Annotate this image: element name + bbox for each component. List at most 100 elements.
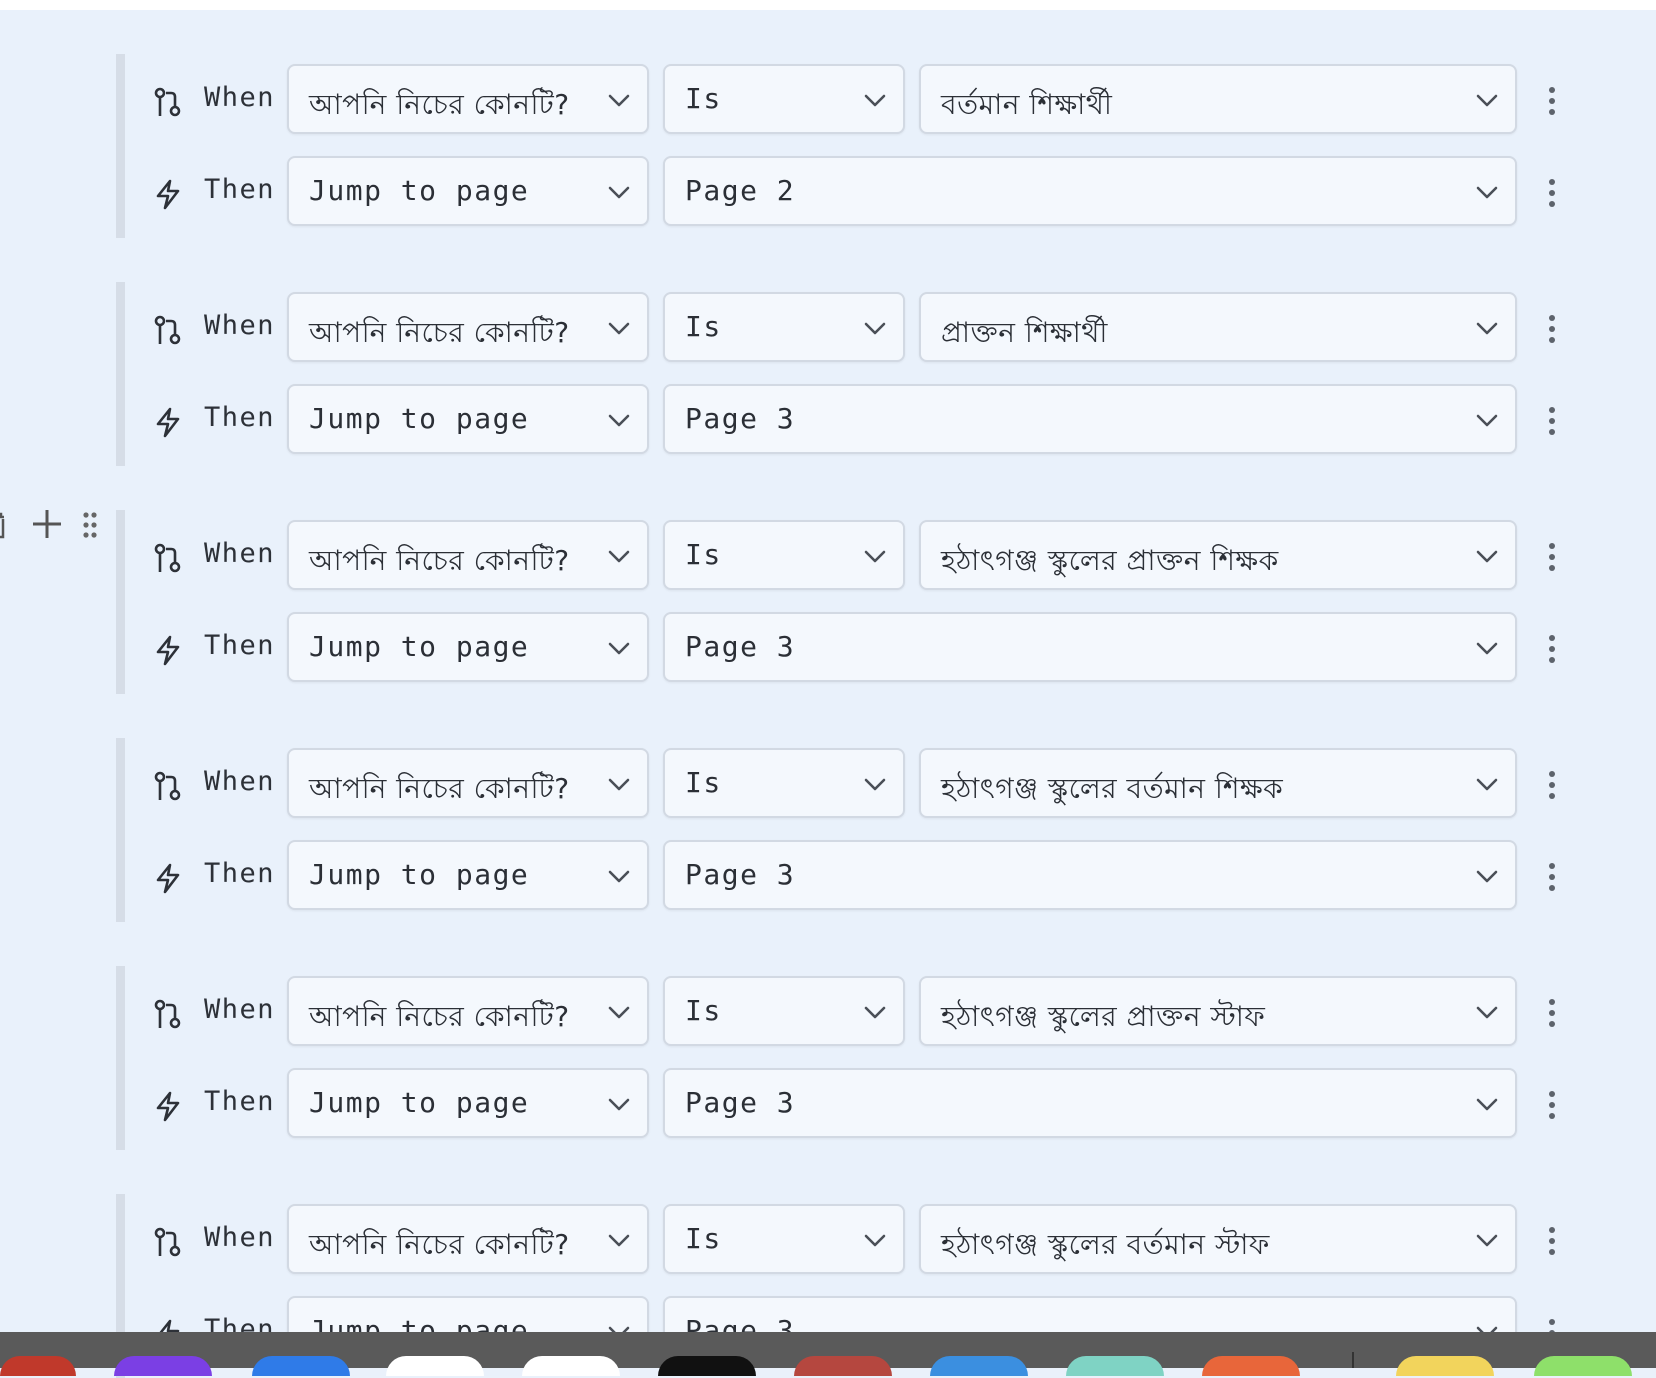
dock-app-icon[interactable] (930, 1356, 1028, 1376)
more-vertical-icon[interactable] (1542, 862, 1562, 892)
action-select-value: Jump to page (309, 174, 530, 207)
target-page-select[interactable]: Page 3 (663, 1068, 1517, 1138)
action-select-value: Jump to page (309, 1086, 530, 1119)
then-label: Then (204, 858, 276, 889)
answer-select[interactable]: হঠাৎগঞ্জ স্কুলের প্রাক্তন স্টাফ (919, 976, 1517, 1046)
answer-select[interactable]: বর্তমান শিক্ষার্থী (919, 64, 1517, 134)
answer-select[interactable]: হঠাৎগঞ্জ স্কুলের বর্তমান শিক্ষক (919, 748, 1517, 818)
dock-app-icon[interactable] (1534, 1356, 1632, 1376)
action-select[interactable]: Jump to page (287, 612, 649, 682)
operator-select-value: Is (685, 538, 722, 571)
target-page-select[interactable]: Page 3 (663, 840, 1517, 910)
question-select[interactable]: আপনি নিচের কোনটি? (287, 1204, 649, 1274)
dock-app-icon[interactable] (522, 1356, 620, 1376)
question-select[interactable]: আপনি নিচের কোনটি? (287, 976, 649, 1046)
target-page-select[interactable]: Page 2 (663, 156, 1517, 226)
chevron-down-icon (607, 411, 631, 429)
question-select-value: আপনি নিচের কোনটি? (309, 88, 570, 121)
operator-select[interactable]: Is (663, 1204, 905, 1274)
chevron-down-icon (863, 91, 887, 109)
more-vertical-icon[interactable] (1542, 86, 1562, 116)
answer-select[interactable]: হঠাৎগঞ্জ স্কুলের বর্তমান স্টাফ (919, 1204, 1517, 1274)
more-vertical-icon[interactable] (1542, 178, 1562, 208)
operator-select[interactable]: Is (663, 748, 905, 818)
question-select[interactable]: আপনি নিচের কোনটি? (287, 520, 649, 590)
then-row: Then Jump to page Page 3 (116, 612, 1616, 686)
branch-icon (152, 770, 184, 802)
chevron-down-icon (607, 867, 631, 885)
more-vertical-icon[interactable] (1542, 770, 1562, 800)
action-select-value: Jump to page (309, 630, 530, 663)
more-vertical-icon[interactable] (1542, 634, 1562, 664)
chevron-down-icon (607, 1095, 631, 1113)
more-vertical-icon[interactable] (1542, 1090, 1562, 1120)
answer-select[interactable]: হঠাৎগঞ্জ স্কুলের প্রাক্তন শিক্ষক (919, 520, 1517, 590)
question-select-value: আপনি নিচের কোনটি? (309, 316, 570, 349)
logic-rule: When আপনি নিচের কোনটি? Is প্রাক্তন শিক্ষ… (116, 282, 1616, 466)
branch-icon (152, 998, 184, 1030)
when-label: When (204, 1222, 276, 1253)
more-vertical-icon[interactable] (1542, 542, 1562, 572)
chevron-down-icon (1475, 775, 1499, 793)
question-select[interactable]: আপনি নিচের কোনটি? (287, 748, 649, 818)
more-vertical-icon[interactable] (1542, 998, 1562, 1028)
dock-app-icon[interactable] (1202, 1356, 1300, 1376)
when-label: When (204, 994, 276, 1025)
answer-select-value: প্রাক্তন শিক্ষার্থী (941, 316, 1108, 349)
then-label: Then (204, 630, 276, 661)
operator-select[interactable]: Is (663, 520, 905, 590)
more-vertical-icon[interactable] (1542, 1226, 1562, 1256)
operator-select-value: Is (685, 1222, 722, 1255)
dock-app-icon[interactable] (658, 1356, 756, 1376)
operator-select-value: Is (685, 994, 722, 1027)
dock-app-icon[interactable] (794, 1356, 892, 1376)
logic-rule: When আপনি নিচের কোনটি? Is হঠাৎগঞ্জ স্কুল… (116, 738, 1616, 922)
plus-icon[interactable] (30, 507, 64, 541)
when-row: When আপনি নিচের কোনটি? Is বর্তমান শিক্ষা… (116, 64, 1616, 138)
logic-rule: When আপনি নিচের কোনটি? Is হঠাৎগঞ্জ স্কুল… (116, 966, 1616, 1150)
chevron-down-icon (1475, 1095, 1499, 1113)
chevron-down-icon (607, 639, 631, 657)
question-select-value: আপনি নিচের কোনটি? (309, 1000, 570, 1033)
dock-app-icon[interactable] (1066, 1356, 1164, 1376)
rule-hover-tools (0, 503, 110, 547)
chevron-down-icon (1475, 639, 1499, 657)
action-select[interactable]: Jump to page (287, 1068, 649, 1138)
target-page-select[interactable]: Page 3 (663, 612, 1517, 682)
drag-handle-icon[interactable] (82, 511, 98, 539)
when-label: When (204, 82, 276, 113)
question-select-value: আপনি নিচের কোনটি? (309, 1228, 570, 1261)
operator-select[interactable]: Is (663, 976, 905, 1046)
action-select[interactable]: Jump to page (287, 384, 649, 454)
chevron-down-icon (1475, 1003, 1499, 1021)
chevron-down-icon (607, 547, 631, 565)
more-vertical-icon[interactable] (1542, 314, 1562, 344)
target-page-select[interactable]: Page 3 (663, 384, 1517, 454)
more-vertical-icon[interactable] (1542, 406, 1562, 436)
dock-app-icon[interactable] (0, 1356, 76, 1376)
answer-select-value: বর্তমান শিক্ষার্থী (941, 88, 1113, 121)
trash-icon[interactable] (0, 509, 12, 541)
dock-app-icon[interactable] (386, 1356, 484, 1376)
operator-select[interactable]: Is (663, 292, 905, 362)
lightning-bolt-icon (152, 178, 184, 210)
top-strip (0, 0, 1656, 10)
answer-select[interactable]: প্রাক্তন শিক্ষার্থী (919, 292, 1517, 362)
dock-app-icon[interactable] (1396, 1356, 1494, 1376)
action-select-value: Jump to page (309, 858, 530, 891)
logic-rule: When আপনি নিচের কোনটি? Is বর্তমান শিক্ষা… (116, 54, 1616, 238)
dock-app-icon[interactable] (114, 1356, 212, 1376)
operator-select-value: Is (685, 766, 722, 799)
dock-app-icon[interactable] (252, 1356, 350, 1376)
operator-select[interactable]: Is (663, 64, 905, 134)
question-select[interactable]: আপনি নিচের কোনটি? (287, 292, 649, 362)
then-label: Then (204, 402, 276, 433)
target-page-select-value: Page 2 (685, 174, 796, 207)
chevron-down-icon (607, 1003, 631, 1021)
question-select[interactable]: আপনি নিচের কোনটি? (287, 64, 649, 134)
chevron-down-icon (607, 775, 631, 793)
action-select[interactable]: Jump to page (287, 840, 649, 910)
action-select[interactable]: Jump to page (287, 156, 649, 226)
answer-select-value: হঠাৎগঞ্জ স্কুলের বর্তমান শিক্ষক (941, 772, 1284, 805)
lightning-bolt-icon (152, 862, 184, 894)
